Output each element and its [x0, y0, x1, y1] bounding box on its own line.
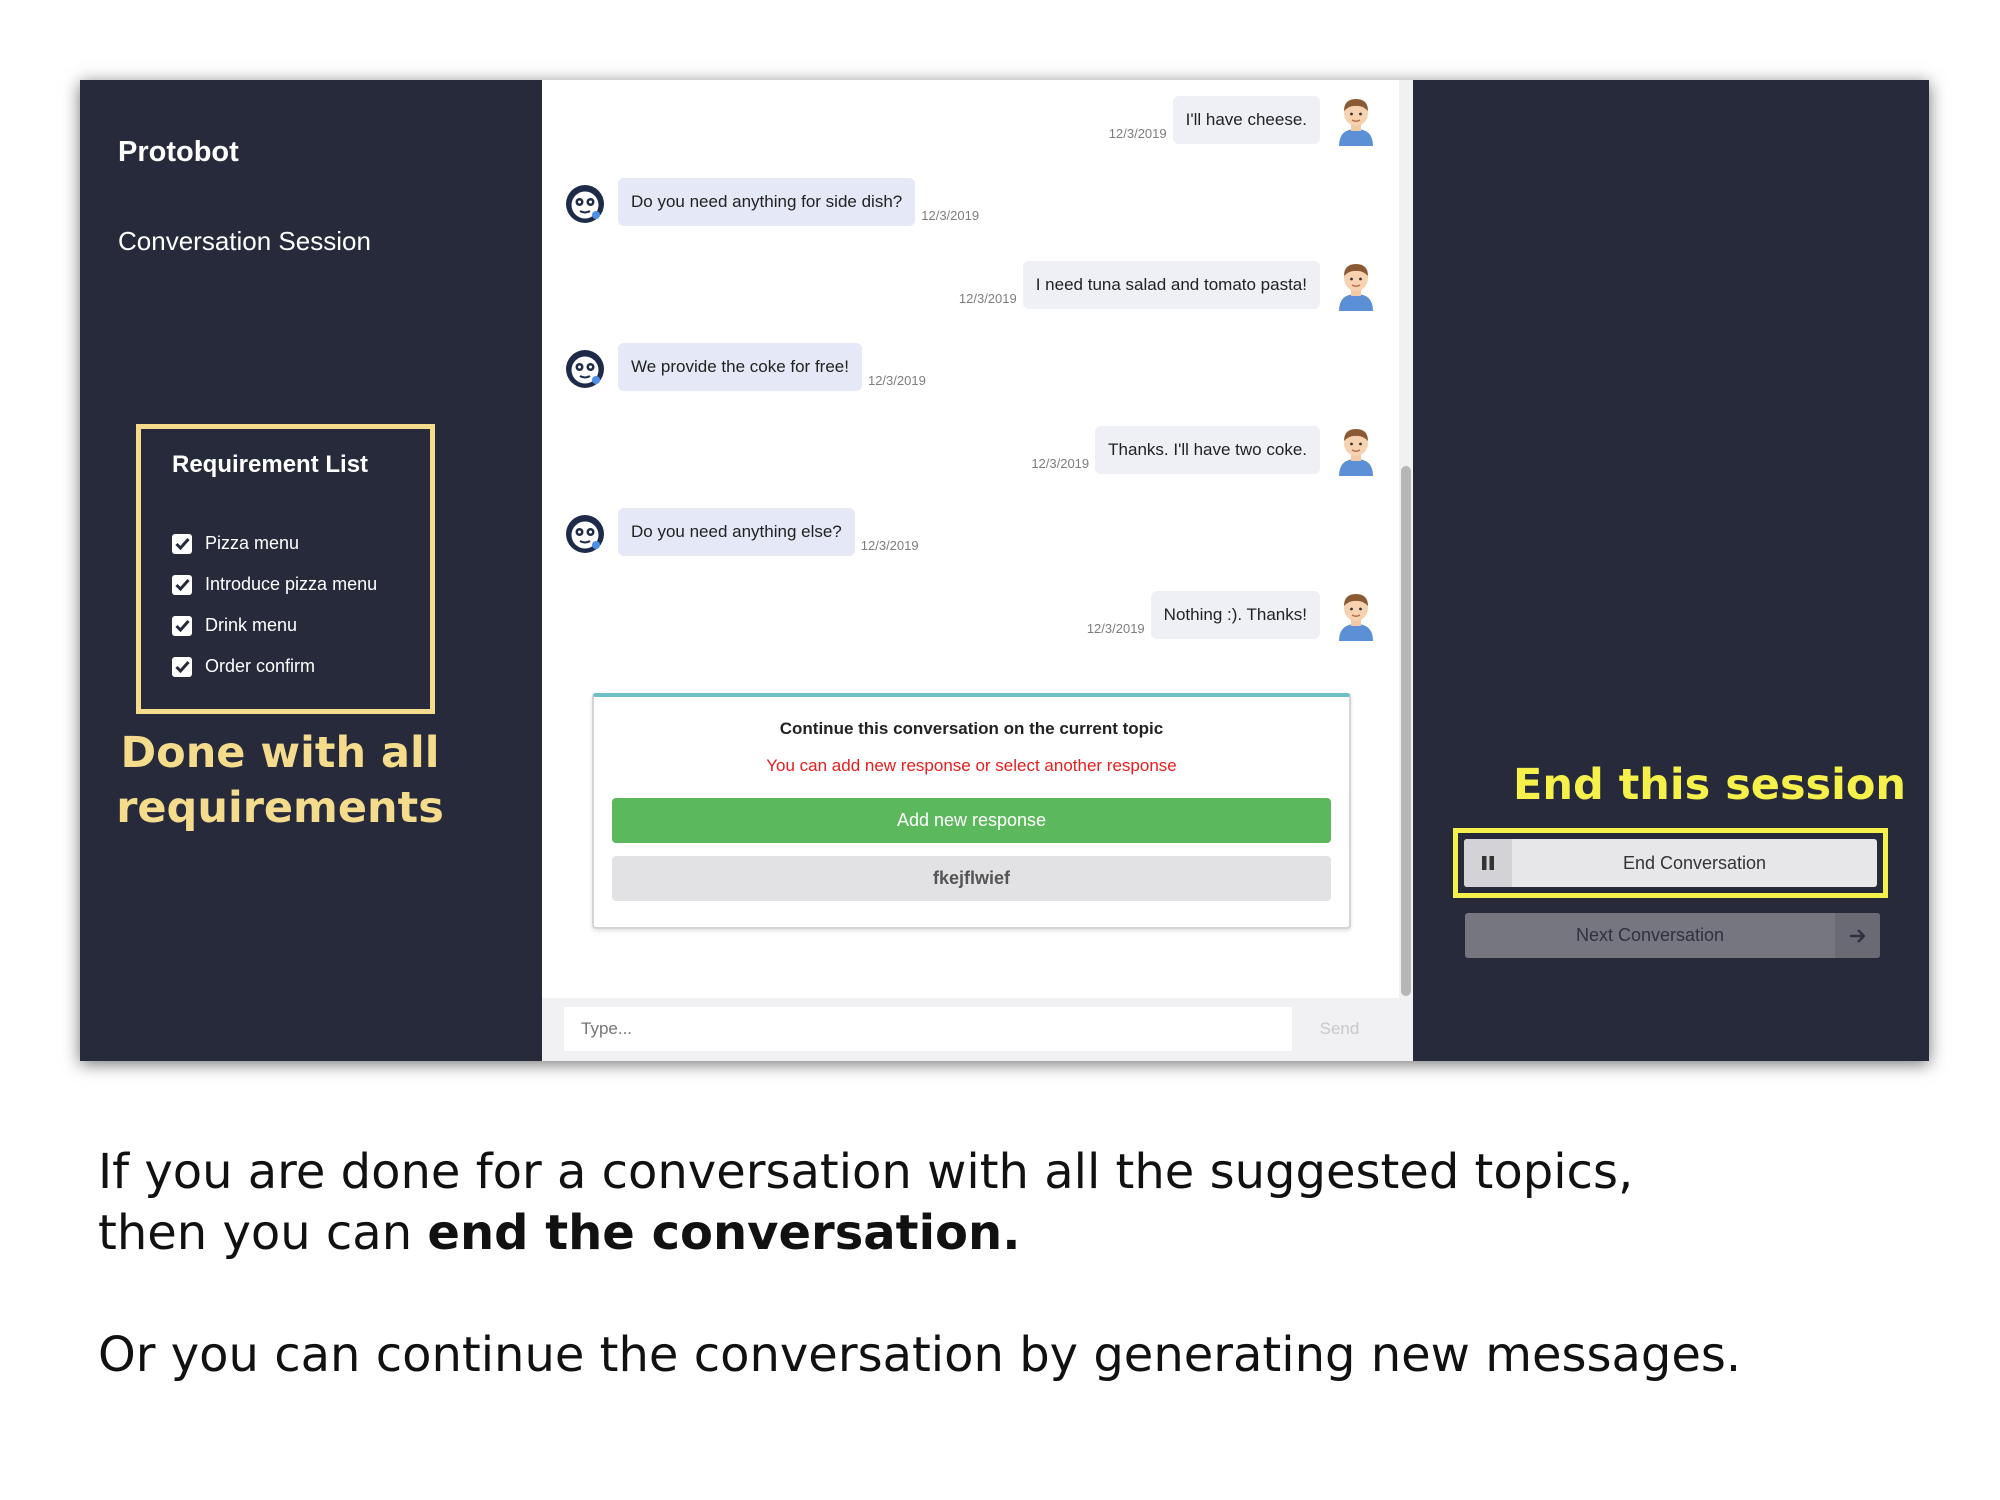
- message-bubble: Nothing :). Thanks!: [1150, 591, 1320, 639]
- caption-line: Or you can continue the conversation by …: [98, 1327, 1742, 1383]
- bot-message: Do you need anything for side dish? 12/3…: [564, 178, 979, 226]
- requirement-item: Drink menu: [172, 605, 377, 646]
- message-bubble: Thanks. I'll have two coke.: [1095, 426, 1320, 474]
- chat-scrollbar[interactable]: [1399, 80, 1413, 998]
- session-title: Conversation Session: [118, 226, 371, 256]
- app-window: Protobot Conversation Session Requiremen…: [80, 80, 1929, 1061]
- send-button[interactable]: Send: [1292, 1007, 1387, 1051]
- message-timestamp: 12/3/2019: [860, 538, 919, 553]
- requirement-list-title: Requirement List: [172, 451, 369, 478]
- message-timestamp: 12/3/2019: [867, 373, 926, 388]
- end-conversation-highlight: End Conversation: [1453, 828, 1888, 898]
- message-timestamp: 12/3/2019: [958, 291, 1017, 306]
- bot-message: We provide the coke for free! 12/3/2019: [564, 343, 926, 391]
- end-conversation-button[interactable]: End Conversation: [1464, 839, 1877, 887]
- requirement-label: Order confirm: [205, 656, 316, 676]
- continue-conversation-panel: Continue this conversation on the curren…: [592, 693, 1351, 929]
- annotation-line: requirements: [116, 783, 444, 833]
- bot-avatar-icon: [566, 185, 604, 223]
- message-input[interactable]: [564, 1007, 1292, 1051]
- message-timestamp: 12/3/2019: [1086, 621, 1145, 636]
- next-conversation-label: Next Conversation: [1575, 925, 1725, 945]
- caption-emphasis: end the conversation.: [427, 1205, 1021, 1261]
- instruction-caption: If you are done for a conversation with …: [98, 1142, 1918, 1386]
- message-bubble: Do you need anything for side dish?: [618, 178, 916, 226]
- add-new-response-button[interactable]: Add new response: [612, 798, 1331, 843]
- chat-panel: 12/3/2019 I'll have cheese. Do you need …: [542, 80, 1413, 1061]
- user-avatar-icon: [1339, 99, 1373, 146]
- annotation-end-session: End this session: [1513, 760, 1907, 810]
- user-message: 12/3/2019 Thanks. I'll have two coke.: [1031, 426, 1377, 476]
- requirement-item: Order confirm: [172, 646, 377, 687]
- panel-title: Continue this conversation on the curren…: [779, 719, 1164, 738]
- next-conversation-button[interactable]: Next Conversation: [1465, 913, 1880, 958]
- bot-avatar-icon: [566, 515, 604, 553]
- user-avatar-icon: [1339, 429, 1373, 476]
- bot-avatar-icon: [566, 350, 604, 388]
- checkbox-checked-icon[interactable]: [172, 574, 192, 595]
- pause-icon: [1464, 839, 1512, 887]
- user-message: 12/3/2019 I need tuna salad and tomato p…: [959, 261, 1377, 311]
- app-title: Protobot: [118, 136, 239, 168]
- bot-message: Do you need anything else? 12/3/2019: [564, 508, 919, 556]
- end-conversation-label: End Conversation: [1622, 852, 1767, 873]
- requirement-item: Introduce pizza menu: [172, 564, 377, 605]
- scrollbar-thumb[interactable]: [1401, 466, 1411, 996]
- caption-line: then you can end the conversation.: [98, 1203, 1918, 1264]
- panel-subtitle: You can add new response or select anoth…: [766, 756, 1177, 775]
- message-timestamp: 12/3/2019: [1031, 456, 1090, 471]
- checkbox-checked-icon[interactable]: [172, 615, 192, 636]
- requirement-list: Pizza menu Introduce pizza menu Drink me…: [172, 523, 377, 687]
- right-panel: End this session End Conversation Next C…: [1413, 80, 1929, 1061]
- arrow-right-icon: [1835, 913, 1880, 958]
- checkbox-checked-icon[interactable]: [172, 533, 192, 554]
- message-bubble: I'll have cheese.: [1172, 96, 1320, 144]
- message-bubble: Do you need anything else?: [618, 508, 855, 556]
- requirement-list-highlight: Requirement List Pizza menu Introduce pi…: [136, 424, 435, 714]
- message-timestamp: 12/3/2019: [921, 208, 980, 223]
- checkbox-checked-icon[interactable]: [172, 656, 192, 677]
- message-input-bar: Send: [542, 998, 1413, 1061]
- requirement-label: Pizza menu: [205, 533, 300, 553]
- message-bubble: We provide the coke for free!: [618, 343, 862, 391]
- user-avatar-icon: [1339, 594, 1373, 641]
- left-sidebar: Protobot Conversation Session Requiremen…: [80, 80, 542, 1061]
- caption-line: If you are done for a conversation with …: [98, 1144, 1634, 1200]
- requirement-label: Introduce pizza menu: [205, 574, 378, 594]
- message-timestamp: 12/3/2019: [1108, 126, 1167, 141]
- response-option-button[interactable]: fkejflwief: [612, 856, 1331, 901]
- caption-text: then you can: [98, 1205, 428, 1261]
- message-bubble: I need tuna salad and tomato pasta!: [1022, 261, 1320, 309]
- user-message: 12/3/2019 I'll have cheese.: [1109, 96, 1377, 146]
- user-message: 12/3/2019 Nothing :). Thanks!: [1087, 591, 1377, 641]
- user-avatar-icon: [1339, 264, 1373, 311]
- requirement-label: Drink menu: [205, 615, 298, 635]
- annotation-line: Done with all: [120, 728, 440, 778]
- requirement-item: Pizza menu: [172, 523, 377, 564]
- annotation-done-requirements: Done with all requirements: [105, 726, 455, 836]
